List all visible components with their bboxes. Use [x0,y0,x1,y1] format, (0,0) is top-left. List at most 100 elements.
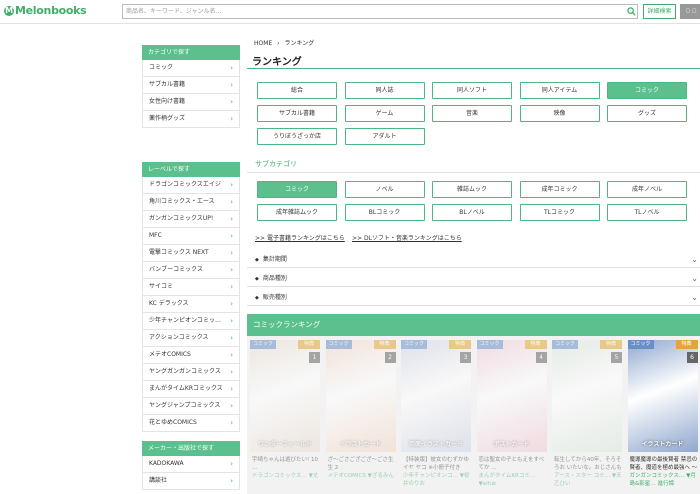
book-cover[interactable]: コミック 特典 4 ポストカード [476,340,547,452]
filter-accordion-2[interactable]: ◆ 販売種別 ⌄ [247,289,700,306]
book-title[interactable]: 宇崎ちゃんは遊びたい! 10 … [252,456,320,472]
book-label-author[interactable]: アース・スター コミ… ▼天乙ひい [554,472,622,488]
sidebar-item-category-1[interactable]: サブカル書籍 › [142,77,240,94]
subcategory-tab-7[interactable]: BLノベル [432,204,512,221]
page-title: ランキング [252,57,302,68]
chevron-right-icon: › [230,198,233,206]
book-title[interactable]: 【特装版】彼女のむずかゆイヤ ヤコ ※小冊子付き [403,456,471,472]
chevron-right-icon: › [230,81,233,89]
sidebar-item-label-5[interactable]: バンブーコミックス › [142,262,240,279]
sidebar-labels: レーベルで探す ドラゴンコミックスエイジ › 角川コミックス・エース › ガンガンコミッ… [142,162,240,432]
category-tab-7[interactable]: 音楽 [432,105,512,122]
sidebar-item-label-4[interactable]: 電撃コミックス NEXT › [142,245,240,262]
chevron-right-icon: › [230,232,233,240]
subcategory-tab-1[interactable]: ノベル [344,181,425,198]
category-tab-2[interactable]: 同人ソフト [432,82,512,99]
subcategory-tab-2[interactable]: 雑誌ムック [432,181,512,198]
book-label-author[interactable]: まんがタイムKRコミ… ▼eifuk [479,472,547,488]
sidebar-item-label: ドラゴンコミックスエイジ [149,181,221,188]
book-title[interactable]: 転生してから40年、そろそろお いたいな。おじさんも恋がした… [554,456,622,472]
sidebar-item-label-9[interactable]: アクションコミックス › [142,330,240,347]
book-title[interactable]: 魔導魔導の最後賢者 禁忌の賢者、魔道を極め最強へ ～ [630,456,698,472]
header-extra-button[interactable]: ▢ ▢ [680,4,700,19]
category-badge: コミック [250,340,277,349]
book-label-author[interactable]: ドラゴンコミックス… ▼丈 [252,472,320,488]
category-badge: コミック [325,340,352,349]
book-cover[interactable]: コミック 特典 6 イラストカード [627,340,698,452]
category-tab-1[interactable]: 同人誌 [344,82,425,99]
book-cover[interactable]: コミック 特典 5 [552,340,622,452]
sidebar-item-label-12[interactable]: まんがタイムKRコミックス › [142,381,240,398]
book-label-author[interactable]: ガンガンコミックス… ▼月島&影星… 進行諦 [630,472,698,488]
subcategory-tab-9[interactable]: TLノベル [607,204,687,221]
sidebar-item-label-10[interactable]: メテオCOMICS › [142,347,240,364]
category-tab-9[interactable]: グッズ [607,105,687,122]
breadcrumb-home[interactable]: HOME [254,40,272,47]
filter-label: 集計期間 [262,256,287,263]
sidebar-item-label-2[interactable]: ガンガンコミックスUP! › [142,211,240,228]
ranking-card[interactable]: コミック 特典 3 両面イラストカード 【特装版】彼女のむずかゆイヤ ヤコ ※小冊子付き… [401,340,471,494]
site-logo[interactable]: M Melonbooks [4,4,87,17]
chevron-right-icon: › [230,368,233,376]
category-tab-5[interactable]: サブカル書籍 [257,105,337,122]
book-title[interactable]: 恋は聖女の子ともえをすべてか … [479,456,547,472]
book-cover[interactable]: コミック 特典 1 ワンダーフィールド [250,340,320,452]
book-cover[interactable]: コミック 特典 3 両面イラストカード [401,340,471,452]
sidebar-item-label-6[interactable]: サイコミ › [142,279,240,296]
sidebar-item-label-8[interactable]: 少年チャンピオンコミッ… › [142,313,240,330]
rank-number: 3 [460,352,471,363]
sidebar-item-label-13[interactable]: ヤングジャンプコミックス › [142,398,240,415]
chevron-down-icon: ⌄ [691,274,698,283]
category-tab-3[interactable]: 同人アイテム [519,82,600,99]
sidebar-item-category-3[interactable]: 薬作柄グッズ › [142,111,240,128]
search-button[interactable] [625,5,637,18]
subcategory-tab-3[interactable]: 成年コミック [519,181,600,198]
sidebar-item-label-11[interactable]: ヤングガンガンコミックス › [142,364,240,381]
cover-caption: 両面イラストカード [409,441,463,448]
subcategory-tab-5[interactable]: 成年雑誌ムック [257,204,337,221]
sidebar-item-label-1[interactable]: 角川コミックス・エース › [142,194,240,211]
ranking-card[interactable]: コミック 特典 2 イラストカードざ〜ごさござござ〜ごさ生生 2 メテオCOMICS ▼… [325,340,396,494]
filter-accordion-1[interactable]: ◆ 商品種別 ⌄ [247,270,700,287]
rank-number: 2 [384,352,396,363]
ranking-card[interactable]: コミック 特典 4 ポストカード 恋は聖女の子ともえをすべてか … まんがタイムKRコミ…… [476,340,547,494]
book-label-author[interactable]: 少年チャンピオンコ… ▼桜井のりお [403,472,471,488]
subcategory-tab-6[interactable]: BLコミック [344,204,425,221]
search-input[interactable]: 商品名、キーワード、ジャンル名… [122,4,638,19]
category-tab-6[interactable]: ゲーム [344,105,425,122]
sidebar-item-label-0[interactable]: ドラゴンコミックスエイジ › [142,177,240,194]
book-cover[interactable]: コミック 特典 2 イラストカード [325,340,396,452]
sidebar-item-category-0[interactable]: コミック › [142,60,240,77]
bonus-badge: 特典 [524,340,547,349]
ebook-ranking-link[interactable]: >> 電子書籍ランキングはこちら [255,233,345,242]
subcategory-tab-0[interactable]: コミック [257,181,337,198]
chevron-right-icon: › [230,402,233,410]
subcategory-tab-8[interactable]: TLコミック [519,204,600,221]
ranking-card[interactable]: コミック 特典 5 転生してから40年、そろそろお いたいな。おじさんも恋がした…アー… [552,340,622,494]
sidebar-item-category-2[interactable]: 女性向け書籍 › [142,94,240,111]
chevron-right-icon: › [230,419,233,427]
category-tab-11[interactable]: アダルト [344,128,425,145]
category-tab-10[interactable]: うりぼうざっか店 [257,128,337,145]
sidebar-item-label-7[interactable]: KC デラックス › [142,296,240,313]
category-tab-0[interactable]: 総合 [257,82,337,99]
filter-accordion-0[interactable]: ◆ 集計期間 ⌄ [247,251,700,268]
sidebar-item-maker-0[interactable]: KADOKAWA › [142,456,240,473]
rank-number: 1 [309,352,320,363]
sidebar-item-maker-1[interactable]: 講談社 › [142,473,240,490]
sidebar-item-label-3[interactable]: MFC › [142,228,240,245]
filter-label: 商品種別 [262,275,287,282]
sidebar-item-label-14[interactable]: 花とゆめCOMICS › [142,415,240,432]
category-tab-8[interactable]: 映像 [519,105,600,122]
category-tab-4[interactable]: コミック [607,82,687,99]
book-label-author[interactable]: メテオCOMICS ▼ざるみん [328,472,396,488]
advanced-search-button[interactable]: 詳細検索 [643,4,676,19]
ranking-heading: コミックランキング [247,314,700,336]
bonus-badge: 特典 [675,340,698,349]
category-badge: コミック [476,340,503,349]
ranking-card[interactable]: コミック 特典 6 イラストカード魔導魔導の最後賢者 禁忌の賢者、魔道を極め最強へ ～… [627,340,698,494]
dl-ranking-link[interactable]: >> DLソフト・音楽ランキングはこちら [352,233,462,242]
subcategory-tab-4[interactable]: 成年ノベル [607,181,687,198]
book-title[interactable]: ざ〜ごさござござ〜ごさ生生 2 [328,456,396,472]
ranking-card[interactable]: コミック 特典 1 ワンダーフィールド宇崎ちゃんは遊びたい! 10 … ドラゴンコミック… [250,340,320,494]
